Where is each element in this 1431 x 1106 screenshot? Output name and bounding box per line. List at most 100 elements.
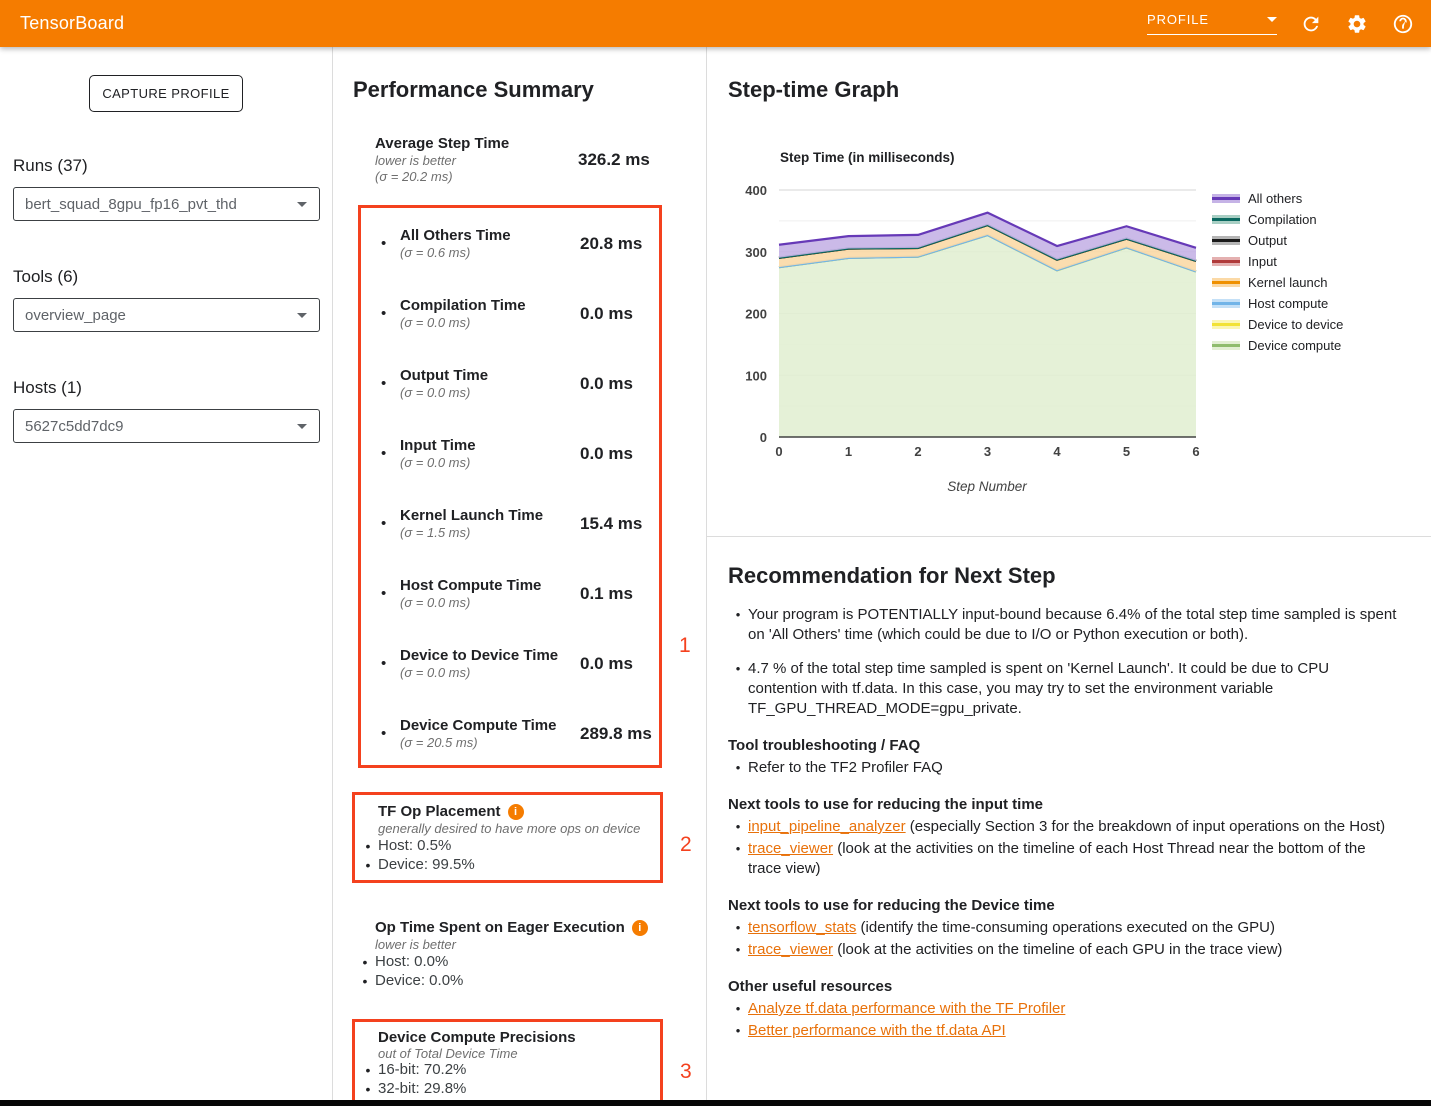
axis-tick-label: 5 xyxy=(1123,444,1130,459)
list-item: •Device: 0.0% xyxy=(355,972,663,991)
axis-tick-label: 200 xyxy=(745,307,767,322)
metric-sigma: (σ = 0.0 ms) xyxy=(400,595,580,611)
reco-section: Next tools to use for reducing the Devic… xyxy=(728,897,1401,960)
bullet-icon: • xyxy=(728,940,748,960)
tensorboard-app: TensorBoard PROFILE CAPTURE PROFILE Runs… xyxy=(0,0,1431,1106)
reco-item-segment: Your program is POTENTIALLY input-bound … xyxy=(748,606,1396,643)
metric-labels: Device to Device Time(σ = 0.0 ms) xyxy=(400,646,580,681)
list-item: •16-bit: 70.2% xyxy=(358,1061,660,1080)
reco-section-heading: Other useful resources xyxy=(728,978,1401,995)
reco-item-text: 4.7 % of the total step time sampled is … xyxy=(748,659,1401,719)
section-subtitle: out of Total Device Time xyxy=(378,1046,660,1061)
reco-link[interactable]: Better performance with the tf.data API xyxy=(748,1022,1006,1039)
metric-row: •Device to Device Time(σ = 0.0 ms)0.0 ms xyxy=(381,646,659,681)
axis-tick-label: 300 xyxy=(745,245,767,260)
toolbar: TensorBoard PROFILE xyxy=(0,0,1431,47)
reco-link[interactable]: trace_viewer xyxy=(748,840,833,857)
metric-value: 0.0 ms xyxy=(580,654,659,674)
info-icon[interactable]: i xyxy=(632,920,648,936)
legend-item-device-to-device: Device to device xyxy=(1212,314,1343,335)
reco-item: •tensorflow_stats (identify the time-con… xyxy=(728,918,1401,938)
legend-item-host-compute: Host compute xyxy=(1212,293,1343,314)
legend-line-icon xyxy=(1212,218,1240,221)
bullet-icon: • xyxy=(728,1021,748,1041)
list-item: •Host: 0.0% xyxy=(355,953,663,972)
bottom-edge-bar xyxy=(0,1100,1431,1106)
dashboard-select[interactable]: PROFILE xyxy=(1147,12,1277,35)
metric-label: Device to Device Time xyxy=(400,646,580,665)
capture-profile-button[interactable]: CAPTURE PROFILE xyxy=(89,75,243,112)
metric-list: •All Others Time(σ = 0.6 ms)20.8 ms•Comp… xyxy=(361,226,659,751)
bullet-icon: • xyxy=(358,837,378,856)
metric-sigma: (σ = 0.0 ms) xyxy=(400,455,580,471)
reco-section-heading: Next tools to use for reducing the Devic… xyxy=(728,897,1401,914)
reco-link[interactable]: trace_viewer xyxy=(748,941,833,958)
legend-label: Device to device xyxy=(1248,317,1343,332)
sidebar-select-value: 5627c5dd7dc9 xyxy=(25,418,123,435)
legend-item-kernel-launch: Kernel launch xyxy=(1212,272,1343,293)
reco-link[interactable]: Analyze tf.data performance with the TF … xyxy=(748,1000,1065,1017)
bullet-icon: • xyxy=(355,953,375,972)
reco-item-segment: 4.7 % of the total step time sampled is … xyxy=(748,660,1329,717)
metric-labels: Device Compute Time(σ = 20.5 ms) xyxy=(400,716,580,751)
list-item: •Device: 99.5% xyxy=(358,856,660,875)
chevron-down-icon xyxy=(297,424,307,429)
section-title: Device Compute Precisions xyxy=(378,1030,660,1046)
metric-sigma: (σ = 0.0 ms) xyxy=(400,315,580,331)
axis-tick-label: 4 xyxy=(1053,444,1061,459)
legend-item-input: Input xyxy=(1212,251,1343,272)
reco-item-segment: Refer to the TF2 Profiler FAQ xyxy=(748,759,943,776)
section-items: •Host: 0.5%•Device: 99.5% xyxy=(355,837,660,875)
section-items: •Host: 0.0%•Device: 0.0% xyxy=(352,953,663,991)
performance-summary-title: Performance Summary xyxy=(353,77,706,103)
sidebar-select[interactable]: bert_squad_8gpu_fp16_pvt_thd xyxy=(13,187,320,221)
section-items: •16-bit: 70.2%•32-bit: 29.8% xyxy=(355,1061,660,1099)
bullet-icon: • xyxy=(381,514,400,533)
section-title-text: Op Time Spent on Eager Execution xyxy=(375,919,625,937)
refresh-button[interactable] xyxy=(1299,12,1323,36)
info-icon[interactable]: i xyxy=(508,804,524,820)
legend-label: Kernel launch xyxy=(1248,275,1328,290)
reco-item-segment: (especially Section 3 for the breakdown … xyxy=(906,818,1385,835)
metric-row: •Device Compute Time(σ = 20.5 ms)289.8 m… xyxy=(381,716,659,751)
reco-link[interactable]: input_pipeline_analyzer xyxy=(748,818,906,835)
reco-section: Tool troubleshooting / FAQ•Refer to the … xyxy=(728,737,1401,778)
annotation-box-2: TF Op Placement i generally desired to h… xyxy=(352,792,663,883)
metric-value: 0.1 ms xyxy=(580,584,659,604)
metric-row: •Compilation Time(σ = 0.0 ms)0.0 ms xyxy=(381,296,659,331)
reco-item-text: trace_viewer (look at the activities on … xyxy=(748,940,1401,960)
annotation-box-3: Device Compute Precisions out of Total D… xyxy=(352,1019,663,1104)
legend-line-icon xyxy=(1212,197,1240,200)
legend-swatch-icon xyxy=(1212,236,1240,245)
legend-label: Host compute xyxy=(1248,296,1328,311)
reco-link[interactable]: tensorflow_stats xyxy=(748,919,856,936)
reco-item: •Refer to the TF2 Profiler FAQ xyxy=(728,758,1401,778)
bullet-icon: • xyxy=(358,856,378,875)
metric-label: Input Time xyxy=(400,436,580,455)
metric-value: 0.0 ms xyxy=(580,444,659,464)
sidebar-select[interactable]: overview_page xyxy=(13,298,320,332)
metric-row: •Kernel Launch Time(σ = 1.5 ms)15.4 ms xyxy=(381,506,659,541)
bullet-icon: • xyxy=(381,374,400,393)
reco-item: •trace_viewer (look at the activities on… xyxy=(728,940,1401,960)
sidebar-select[interactable]: 5627c5dd7dc9 xyxy=(13,409,320,443)
list-item-text: Host: 0.5% xyxy=(378,837,451,856)
right-panel: Step-time Graph Step Time (in millisecon… xyxy=(707,47,1431,1106)
annotation-number-2: 2 xyxy=(680,833,692,857)
metric-label: Kernel Launch Time xyxy=(400,506,580,525)
metric-sigma: (σ = 20.5 ms) xyxy=(400,735,580,751)
legend-label: All others xyxy=(1248,191,1302,206)
metric-labels: Compilation Time(σ = 0.0 ms) xyxy=(400,296,580,331)
section-title: Op Time Spent on Eager Execution i xyxy=(375,919,663,937)
axis-tick-label: 0 xyxy=(760,430,767,445)
list-item-text: Device: 99.5% xyxy=(378,856,475,875)
main-content: CAPTURE PROFILE Runs (37)bert_squad_8gpu… xyxy=(0,47,1431,1106)
legend-line-icon xyxy=(1212,323,1240,326)
reco-item: •Your program is POTENTIALLY input-bound… xyxy=(728,605,1401,645)
help-button[interactable] xyxy=(1391,12,1415,36)
recommendation-card: Recommendation for Next Step •Your progr… xyxy=(707,537,1431,1043)
metric-labels: Input Time(σ = 0.0 ms) xyxy=(400,436,580,471)
settings-button[interactable] xyxy=(1345,12,1369,36)
chart-xlabel: Step Number xyxy=(947,479,1027,494)
legend-item-output: Output xyxy=(1212,230,1343,251)
